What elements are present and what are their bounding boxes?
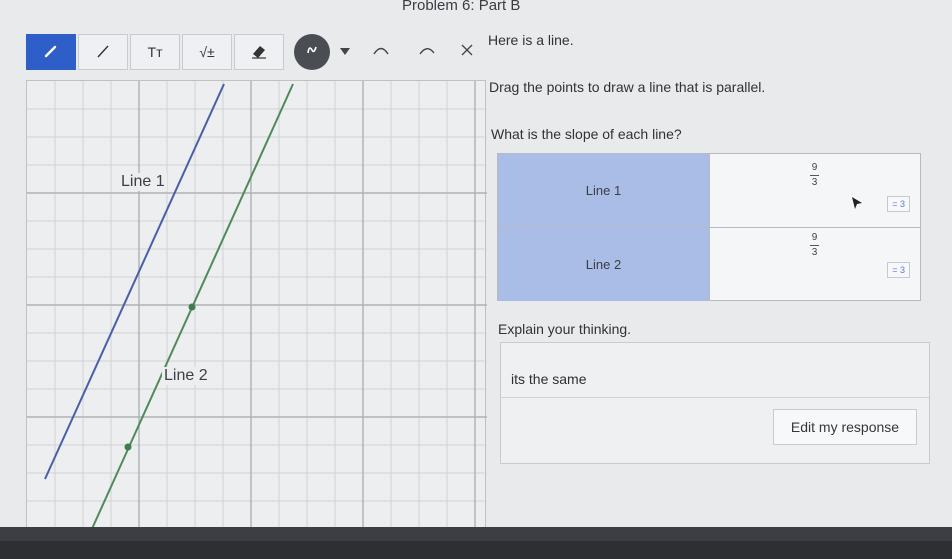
undo-icon: [371, 43, 391, 62]
grid-svg: [27, 81, 487, 529]
line-2-point-upper[interactable]: [188, 303, 196, 311]
math-tool-button[interactable]: √±: [182, 34, 232, 70]
slope-input-cell[interactable]: 9 3 = 3: [710, 154, 920, 227]
drawing-toolbar: Tт √±: [26, 33, 480, 71]
redo-icon: [417, 43, 437, 62]
math-tool-icon: √±: [199, 44, 215, 60]
major-grid-lines: [27, 81, 487, 529]
close-icon: [460, 43, 474, 62]
color-picker-icon: [303, 41, 321, 64]
row-label: Line 2: [498, 228, 710, 301]
page-title: Problem 6: Part B: [402, 0, 521, 14]
eraser-icon: [249, 42, 269, 63]
pencil-tool-button[interactable]: [26, 34, 76, 70]
eraser-tool-button[interactable]: [234, 34, 284, 70]
line-2-label: Line 2: [162, 367, 210, 385]
slope-fraction: 9 3: [810, 232, 819, 259]
color-picker-button[interactable]: [294, 34, 330, 70]
denominator: 3: [811, 177, 818, 188]
numerator: 9: [811, 232, 818, 243]
numerator: 9: [811, 162, 818, 173]
denominator: 3: [811, 247, 818, 258]
line-segment-icon: [94, 42, 112, 63]
intro-text: Here is a line.: [488, 32, 574, 48]
chevron-down-icon: [339, 43, 351, 61]
response-text: its the same: [511, 371, 587, 387]
question-text: What is the slope of each line?: [491, 126, 682, 142]
edit-response-button[interactable]: Edit my response: [773, 409, 917, 445]
undo-button[interactable]: [368, 39, 394, 65]
close-button[interactable]: [454, 39, 480, 65]
response-box: its the same Edit my response: [500, 342, 930, 464]
line-2-point-lower[interactable]: [124, 443, 132, 451]
table-row: Line 1 9 3 = 3: [498, 154, 920, 228]
instruction-text: Drag the points to draw a line that is p…: [489, 79, 766, 95]
row-label: Line 1: [498, 154, 710, 227]
cursor-icon: [852, 197, 862, 209]
line-tool-button[interactable]: [78, 34, 128, 70]
pencil-icon: [42, 42, 60, 63]
divider: [501, 397, 929, 398]
table-row: Line 2 9 3 = 3: [498, 228, 920, 301]
coordinate-grid[interactable]: Line 1 Line 2: [26, 80, 487, 529]
slope-result: = 3: [887, 262, 910, 278]
slope-result: = 3: [887, 196, 910, 212]
text-tool-button[interactable]: Tт: [130, 34, 180, 70]
slope-fraction: 9 3: [810, 162, 819, 189]
text-tool-icon: Tт: [147, 44, 163, 60]
line-1-label: Line 1: [119, 173, 167, 191]
redo-button[interactable]: [414, 39, 440, 65]
tool-options-dropdown[interactable]: [332, 39, 358, 65]
bottom-bar-edge: [0, 527, 952, 541]
line-1[interactable]: [44, 83, 225, 480]
slope-input-cell[interactable]: 9 3 = 3: [710, 228, 920, 301]
explain-label: Explain your thinking.: [498, 321, 632, 337]
bottom-bar: [0, 527, 952, 559]
slope-table: Line 1 9 3 = 3 Line 2 9 3 = 3: [497, 153, 921, 301]
